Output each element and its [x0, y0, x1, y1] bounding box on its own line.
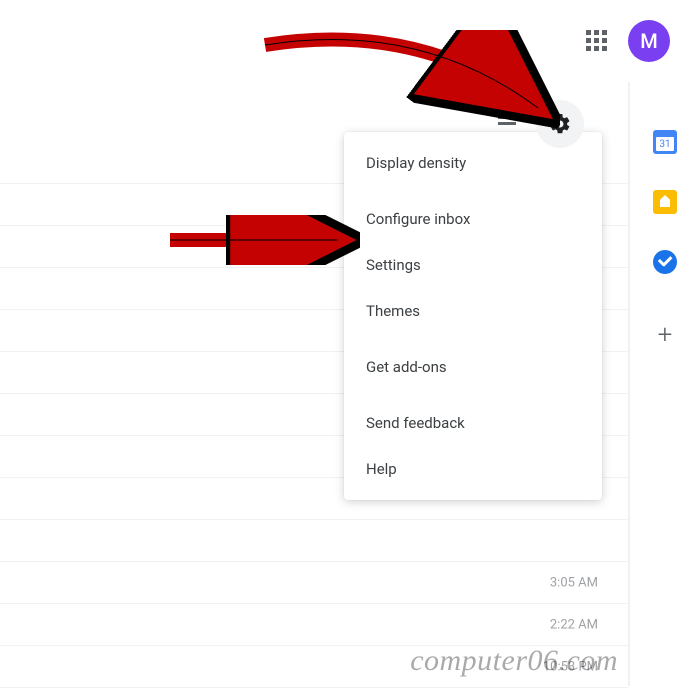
menu-item-label: Display density: [366, 154, 466, 172]
add-sidepanel-button[interactable]: +: [658, 320, 673, 350]
annotation-arrow-gear: [250, 30, 560, 140]
menu-item-label: Settings: [366, 256, 421, 274]
menu-item-label: Help: [366, 460, 397, 478]
menu-item-help[interactable]: Help: [344, 446, 602, 492]
avatar[interactable]: M: [628, 20, 670, 62]
menu-item-label: Configure inbox: [366, 210, 470, 228]
mail-row[interactable]: 3:05 AM: [0, 562, 628, 604]
calendar-icon[interactable]: 31: [653, 130, 677, 154]
menu-item-configure-inbox[interactable]: Configure inbox: [344, 196, 602, 242]
tasks-icon[interactable]: [653, 250, 677, 274]
annotation-arrow-settings: [160, 215, 360, 265]
menu-item-settings[interactable]: Settings: [344, 242, 602, 288]
plus-icon: +: [658, 320, 673, 350]
menu-item-label: Send feedback: [366, 414, 465, 432]
mail-row[interactable]: [0, 520, 628, 562]
menu-item-send-feedback[interactable]: Send feedback: [344, 400, 602, 446]
menu-item-label: Themes: [366, 302, 420, 320]
avatar-initial: M: [640, 29, 658, 53]
calendar-day-number: 31: [656, 137, 674, 151]
settings-dropdown: Display density Configure inbox Settings…: [344, 132, 602, 500]
menu-item-label: Get add-ons: [366, 358, 447, 376]
watermark: computer06.com: [410, 644, 618, 678]
mail-row[interactable]: 2:22 AM: [0, 604, 628, 646]
mail-row-time: 3:05 AM: [550, 575, 598, 590]
mail-row-time: 2:22 AM: [550, 617, 598, 632]
apps-grid-icon[interactable]: [586, 30, 606, 50]
side-panel: 31 +: [632, 82, 698, 686]
keep-icon[interactable]: [653, 190, 677, 214]
menu-item-themes[interactable]: Themes: [344, 288, 602, 334]
menu-item-get-addons[interactable]: Get add-ons: [344, 344, 602, 390]
